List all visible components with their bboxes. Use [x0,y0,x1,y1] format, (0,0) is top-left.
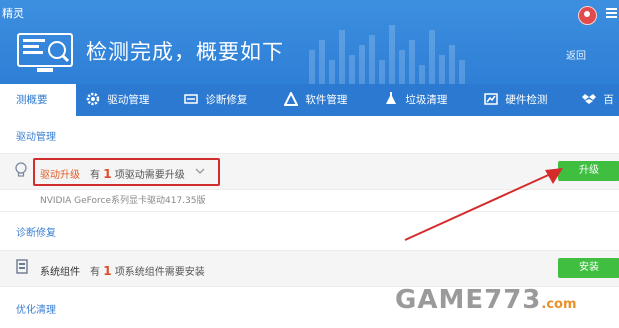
tab-label: 百 [603,94,614,106]
driver-detail: NVIDIA GeForce系列显卡驱动417.35版 [40,196,206,206]
tab-hardware-detection[interactable]: 硬件检测 [484,84,547,116]
tab-more[interactable]: 百 [582,84,614,116]
dropbox-icon [582,94,596,104]
monitor-icon [17,33,73,72]
tab-label: 驱动管理 [107,94,150,106]
bulb-icon [15,162,27,177]
triangle-icon [284,92,298,106]
system-component-label: 系统组件 [40,267,80,278]
component-count-value: 1 [103,264,112,278]
app-title: 精灵 [2,7,24,20]
tab-bar: 测概要 驱动管理 诊断修复 软件管理 垃圾清理 硬件检测 百 [0,84,619,116]
tab-overview[interactable]: 测概要 [0,84,76,116]
tab-label: 硬件检测 [505,94,548,106]
component-icon [16,259,28,274]
section-title-optimize: 优化清理 [16,305,56,316]
tab-label: 测概要 [16,94,48,106]
gear-icon [86,92,100,106]
annotation-arrow [404,168,563,241]
header-banner: 精灵 检测完成，概要如下 返回 [0,0,619,84]
tab-label: 诊断修复 [205,94,248,106]
page-headline: 检测完成，概要如下 [86,40,284,64]
broom-icon [386,92,396,104]
section-title-diagnose: 诊断修复 [16,228,56,239]
section-title-driver: 驱动管理 [16,132,56,143]
highlight-box [33,158,220,186]
tab-label: 软件管理 [305,94,348,106]
chart-icon [484,93,498,105]
tab-driver-management[interactable]: 驱动管理 [86,84,149,116]
tab-diagnose-repair[interactable]: 诊断修复 [184,84,247,116]
tab-label: 垃圾清理 [405,94,448,106]
tab-junk-cleanup[interactable]: 垃圾清理 [384,84,447,116]
tab-software-management[interactable]: 软件管理 [284,84,347,116]
back-link[interactable]: 返回 [566,47,586,62]
install-button[interactable]: 安装 [558,258,619,278]
wrench-icon [184,94,198,104]
component-count-text: 有 1 项系统组件需要安装 [90,264,205,278]
watermark-logo: GAME773.com [395,285,577,315]
decorative-pattern [309,25,465,84]
menu-icon[interactable] [606,8,617,19]
user-avatar-icon[interactable] [578,6,597,25]
